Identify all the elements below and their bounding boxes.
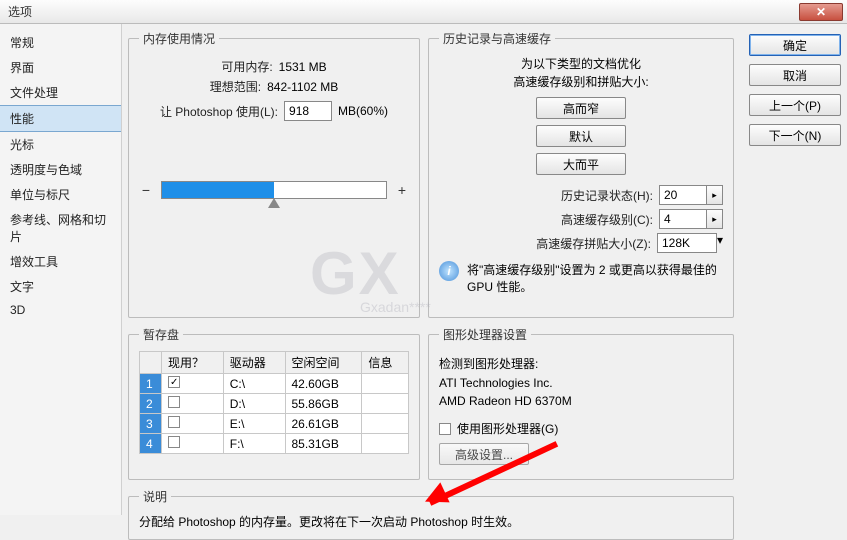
next-button[interactable]: 下一个(N)	[749, 124, 841, 146]
big-flat-button[interactable]: 大而平	[536, 153, 626, 175]
col-drive: 驱动器	[223, 352, 285, 374]
history-cache-group: 历史记录与高速缓存 为以下类型的文档优化 高速缓存级别和拼贴大小: 高而窄 默认…	[428, 30, 734, 318]
close-button[interactable]: ✕	[799, 3, 843, 21]
sidebar-item-interface[interactable]: 界面	[0, 55, 121, 80]
active-checkbox[interactable]	[168, 416, 180, 428]
memory-slider[interactable]	[161, 181, 387, 199]
default-button[interactable]: 默认	[536, 125, 626, 147]
close-icon: ✕	[816, 5, 826, 19]
sidebar-item-cursors[interactable]: 光标	[0, 132, 121, 157]
sidebar-item-guides[interactable]: 参考线、网格和切片	[0, 207, 121, 249]
ideal-range-label: 理想范围:	[210, 78, 261, 95]
active-checkbox[interactable]	[168, 396, 180, 408]
cancel-button[interactable]: 取消	[749, 64, 841, 86]
scratch-disks-group: 暂存盘 现用？ 驱动器 空闲空间 信息 1C:\42.60GB 2D:\55.8…	[128, 326, 420, 480]
sidebar-item-3d[interactable]: 3D	[0, 299, 121, 321]
memory-group: 内存使用情况 可用内存: 1531 MB 理想范围: 842-1102 MB 让 P…	[128, 30, 420, 318]
sidebar-item-general[interactable]: 常规	[0, 30, 121, 55]
advanced-settings-button[interactable]: 高级设置...	[439, 443, 529, 465]
table-row[interactable]: 2D:\55.86GB	[140, 394, 409, 414]
prev-button[interactable]: 上一个(P)	[749, 94, 841, 116]
table-row[interactable]: 4F:\85.31GB	[140, 434, 409, 454]
ps-use-input[interactable]: 918	[284, 101, 332, 121]
cache-levels-label: 高速缓存级别(C):	[561, 211, 653, 228]
optimize-line2: 高速缓存级别和拼贴大小:	[439, 73, 723, 91]
category-sidebar: 常规 界面 文件处理 性能 光标 透明度与色域 单位与标尺 参考线、网格和切片 …	[0, 24, 122, 515]
cache-levels-spinner[interactable]: 4▸	[659, 209, 723, 229]
col-free: 空闲空间	[285, 352, 362, 374]
sidebar-item-units[interactable]: 单位与标尺	[0, 182, 121, 207]
sidebar-item-plugins[interactable]: 增效工具	[0, 249, 121, 274]
scratch-legend: 暂存盘	[139, 326, 183, 343]
table-row[interactable]: 3E:\26.61GB	[140, 414, 409, 434]
active-checkbox[interactable]	[168, 376, 180, 388]
ok-button[interactable]: 确定	[749, 34, 841, 56]
slider-thumb-icon[interactable]	[268, 198, 280, 208]
slider-fill	[162, 182, 274, 198]
use-gpu-label: 使用图形处理器(G)	[457, 420, 558, 437]
cache-info-text: 将"高速缓存级别"设置为 2 或更高以获得最佳的 GPU 性能。	[467, 261, 723, 295]
sidebar-item-type[interactable]: 文字	[0, 274, 121, 299]
col-active: 现用？	[162, 352, 224, 374]
gpu-vendor: ATI Technologies Inc.	[439, 376, 723, 390]
memory-legend: 内存使用情况	[139, 30, 219, 47]
history-states-label: 历史记录状态(H):	[561, 187, 653, 204]
info-icon: i	[439, 261, 459, 281]
ps-use-suffix: MB(60%)	[338, 104, 388, 118]
history-states-spinner[interactable]: 20▸	[659, 185, 723, 205]
use-gpu-checkbox[interactable]	[439, 423, 451, 435]
window-title: 选项	[8, 3, 32, 20]
description-legend: 说明	[139, 488, 171, 505]
tall-thin-button[interactable]: 高而窄	[536, 97, 626, 119]
sidebar-item-filehandling[interactable]: 文件处理	[0, 80, 121, 105]
title-bar: 选项 ✕	[0, 0, 847, 24]
sidebar-item-transparency[interactable]: 透明度与色域	[0, 157, 121, 182]
available-mem-value: 1531 MB	[279, 60, 327, 74]
optimize-line1: 为以下类型的文档优化	[439, 55, 723, 73]
gpu-model: AMD Radeon HD 6370M	[439, 394, 723, 408]
dropdown-arrow-icon[interactable]: ▾	[717, 233, 723, 253]
spinner-arrow-icon[interactable]: ▸	[707, 209, 723, 229]
spinner-arrow-icon[interactable]: ▸	[707, 185, 723, 205]
description-text: 分配给 Photoshop 的内存量。更改将在下一次启动 Photoshop 时…	[139, 513, 723, 530]
sidebar-item-performance[interactable]: 性能	[0, 105, 121, 132]
ideal-range-value: 842-1102 MB	[267, 80, 338, 94]
history-legend: 历史记录与高速缓存	[439, 30, 555, 47]
scratch-table: 现用？ 驱动器 空闲空间 信息 1C:\42.60GB 2D:\55.86GB …	[139, 351, 409, 454]
gpu-legend: 图形处理器设置	[439, 326, 531, 343]
slider-minus[interactable]: −	[139, 182, 153, 198]
col-info: 信息	[362, 352, 409, 374]
cache-tile-label: 高速缓存拼贴大小(Z):	[536, 235, 651, 252]
active-checkbox[interactable]	[168, 436, 180, 448]
slider-plus[interactable]: +	[395, 182, 409, 198]
ps-use-label: 让 Photoshop 使用(L):	[160, 103, 278, 120]
gpu-detected-label: 检测到图形处理器:	[439, 355, 723, 372]
gpu-group: 图形处理器设置 检测到图形处理器: ATI Technologies Inc. …	[428, 326, 734, 480]
available-mem-label: 可用内存:	[221, 58, 272, 75]
description-group: 说明 分配给 Photoshop 的内存量。更改将在下一次启动 Photosho…	[128, 488, 734, 540]
table-row[interactable]: 1C:\42.60GB	[140, 374, 409, 394]
cache-tile-select[interactable]: 128K▾	[657, 233, 723, 253]
